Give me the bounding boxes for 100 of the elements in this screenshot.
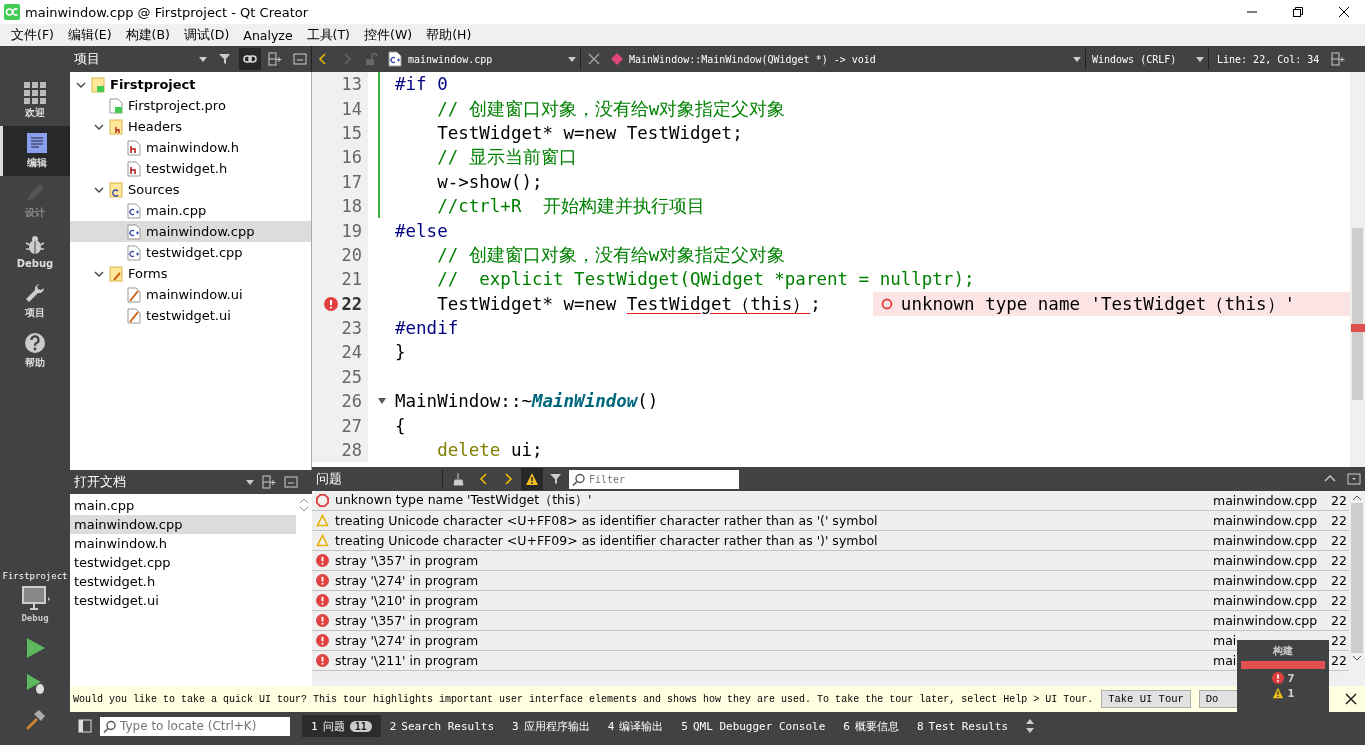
tree-item[interactable]: Firstproject xyxy=(70,74,311,95)
fold-arrow-icon[interactable] xyxy=(377,398,386,405)
document-item[interactable]: mainwindow.cpp xyxy=(70,515,296,534)
caret-down-icon[interactable] xyxy=(246,479,254,485)
output-pane-tab[interactable]: 1 问题 11 xyxy=(302,715,381,737)
tree-item[interactable]: Firstproject.pro xyxy=(70,95,311,116)
caret-down-icon[interactable] xyxy=(1073,56,1081,62)
scroll-up-icon[interactable] xyxy=(1352,495,1362,501)
menu-item[interactable]: 调试(D) xyxy=(176,26,237,44)
menu-item[interactable]: 编辑(E) xyxy=(60,26,119,44)
scroll-up-icon[interactable] xyxy=(299,498,309,504)
document-item[interactable]: main.cpp xyxy=(70,496,296,515)
scroll-down-icon[interactable] xyxy=(299,506,309,512)
line-ending-dropdown[interactable]: Windows (CRLF) xyxy=(1088,48,1209,70)
locate-field[interactable]: Type to locate (Ctrl+K) xyxy=(120,716,290,736)
up-down-arrows-icon[interactable] xyxy=(1025,718,1036,734)
issue-line[interactable]: 22 xyxy=(1331,553,1349,568)
tree-item[interactable]: mainwindow.h xyxy=(70,137,311,158)
output-pane-tab[interactable]: 8 Test Results xyxy=(907,715,1018,737)
issue-file[interactable]: mainwindow.cpp xyxy=(1213,513,1325,528)
menu-item[interactable]: 控件(W) xyxy=(357,26,420,44)
issue-description[interactable]: unknown type name 'TestWidget（this）' xyxy=(335,492,1207,509)
caret-down-icon[interactable] xyxy=(199,56,207,62)
hammer-icon[interactable] xyxy=(24,709,46,731)
view-dropdown[interactable]: 打开文档 xyxy=(70,471,258,493)
issue-line[interactable]: 22 xyxy=(1331,653,1349,668)
caret-down-icon[interactable] xyxy=(568,56,576,62)
tree-item[interactable]: mainwindow.cpp xyxy=(70,221,311,242)
issue-description[interactable]: stray '\274' in program xyxy=(335,633,1207,648)
issue-line[interactable]: 22 xyxy=(1331,493,1349,508)
issue-line[interactable]: 22 xyxy=(1331,593,1349,608)
issue-description[interactable]: stray '\357' in program xyxy=(335,613,1207,628)
issue-file[interactable]: mainwindow.cpp xyxy=(1213,533,1325,548)
issue-line[interactable]: 22 xyxy=(1331,573,1349,588)
issue-description[interactable]: treating Unicode character <U+FF08> as identifier character rather than as '(' symbol xyxy=(335,513,1207,528)
tree-item[interactable]: Headers xyxy=(70,116,311,137)
mode-button[interactable]: 编辑 xyxy=(0,126,70,176)
tour-button[interactable]: Take UI Tour xyxy=(1101,690,1191,708)
error-icon xyxy=(316,654,329,667)
scroll-down-icon[interactable] xyxy=(1352,655,1362,661)
issue-description[interactable]: treating Unicode character <U+FF09> as identifier character rather than as ')' symbol xyxy=(335,533,1207,548)
issue-description[interactable]: stray '\274' in program xyxy=(335,573,1207,588)
link-icon[interactable] xyxy=(239,48,261,70)
document-item[interactable]: testwidget.h xyxy=(70,572,296,591)
menu-item[interactable]: 帮助(H) xyxy=(419,26,479,44)
document-item[interactable]: testwidget.cpp xyxy=(70,553,296,572)
kit-selector[interactable]: Debug xyxy=(20,585,50,623)
document-item[interactable]: testwidget.ui xyxy=(70,591,296,610)
issue-file[interactable]: mainwindow.cpp xyxy=(1213,613,1325,628)
filter-field[interactable]: Filter xyxy=(589,469,739,489)
issue-line[interactable]: 22 xyxy=(1331,613,1349,628)
file-dropdown[interactable]: mainwindow.cpp xyxy=(384,48,581,70)
run-icon[interactable] xyxy=(24,637,46,659)
output-pane-tab[interactable]: 5 QML Debugger Console xyxy=(672,715,835,737)
tree-item[interactable]: testwidget.ui xyxy=(70,305,311,326)
issue-file[interactable]: mainwindow.cpp xyxy=(1213,573,1325,588)
code-line: //ctrl+R 开始构建并执行项目 xyxy=(436,195,705,219)
mode-button[interactable]: 欢迎 xyxy=(0,76,70,126)
menu-item[interactable]: 文件(F) xyxy=(4,26,61,44)
view-dropdown[interactable]: 项目 xyxy=(70,48,211,70)
code-line: // 显示当前窗口 xyxy=(436,146,577,170)
maximize-icon[interactable] xyxy=(1293,7,1303,17)
code-line: delete ui; xyxy=(436,440,543,461)
issue-line[interactable]: 22 xyxy=(1331,533,1349,548)
issue-line[interactable]: 22 xyxy=(1331,513,1349,528)
issue-description[interactable]: stray '\211' in program xyxy=(335,653,1207,668)
mode-button[interactable]: 项目 xyxy=(0,276,70,326)
output-pane-tab[interactable]: 6 概要信息 xyxy=(834,715,908,737)
close-icon[interactable] xyxy=(1339,7,1349,17)
tree-item[interactable]: Forms xyxy=(70,263,311,284)
mode-button[interactable]: Debug xyxy=(0,226,70,276)
output-pane-tab[interactable]: 2 Search Results xyxy=(380,715,503,737)
cursor-position[interactable]: Line: 22, Col: 34 xyxy=(1211,53,1326,65)
issue-file[interactable]: mainwindow.cpp xyxy=(1213,553,1325,568)
document-item[interactable]: mainwindow.h xyxy=(70,534,296,553)
tree-item[interactable]: main.cpp xyxy=(70,200,311,221)
mode-button[interactable]: 帮助 xyxy=(0,326,70,376)
caret-down-icon[interactable] xyxy=(1196,56,1204,62)
output-pane-tab[interactable]: 4 编译输出 xyxy=(598,715,673,737)
tree-item[interactable]: mainwindow.ui xyxy=(70,284,311,305)
tree-item[interactable]: testwidget.h xyxy=(70,158,311,179)
code-line: // 创建窗口对象，没有给w对象指定父对象 xyxy=(436,97,786,121)
debug-run-icon[interactable] xyxy=(24,673,46,695)
symbol-dropdown[interactable]: MainWindow::MainWindow(QWidget *) -> void xyxy=(607,48,1086,70)
code-editor[interactable] xyxy=(312,72,1365,467)
scrollbar[interactable] xyxy=(1350,72,1365,467)
issue-file[interactable]: mainwindow.cpp xyxy=(1213,493,1325,508)
menu-item[interactable]: Analyze xyxy=(236,27,300,43)
issue-description[interactable]: stray '\210' in program xyxy=(335,593,1207,608)
menu-item[interactable]: 构建(B) xyxy=(118,26,177,44)
tree-item[interactable]: Sources xyxy=(70,179,311,200)
issue-description[interactable]: stray '\357' in program xyxy=(335,553,1207,568)
issue-file[interactable]: mainwindow.cpp xyxy=(1213,593,1325,608)
error-ring-icon xyxy=(316,494,329,507)
tree-item[interactable]: testwidget.cpp xyxy=(70,242,311,263)
close-icon[interactable] xyxy=(1345,693,1357,705)
menu-item[interactable]: 工具(T) xyxy=(299,26,357,44)
warning-icon[interactable] xyxy=(521,468,543,490)
output-pane-tab[interactable]: 3 应用程序输出 xyxy=(503,715,599,737)
issue-line[interactable]: 22 xyxy=(1331,633,1349,648)
